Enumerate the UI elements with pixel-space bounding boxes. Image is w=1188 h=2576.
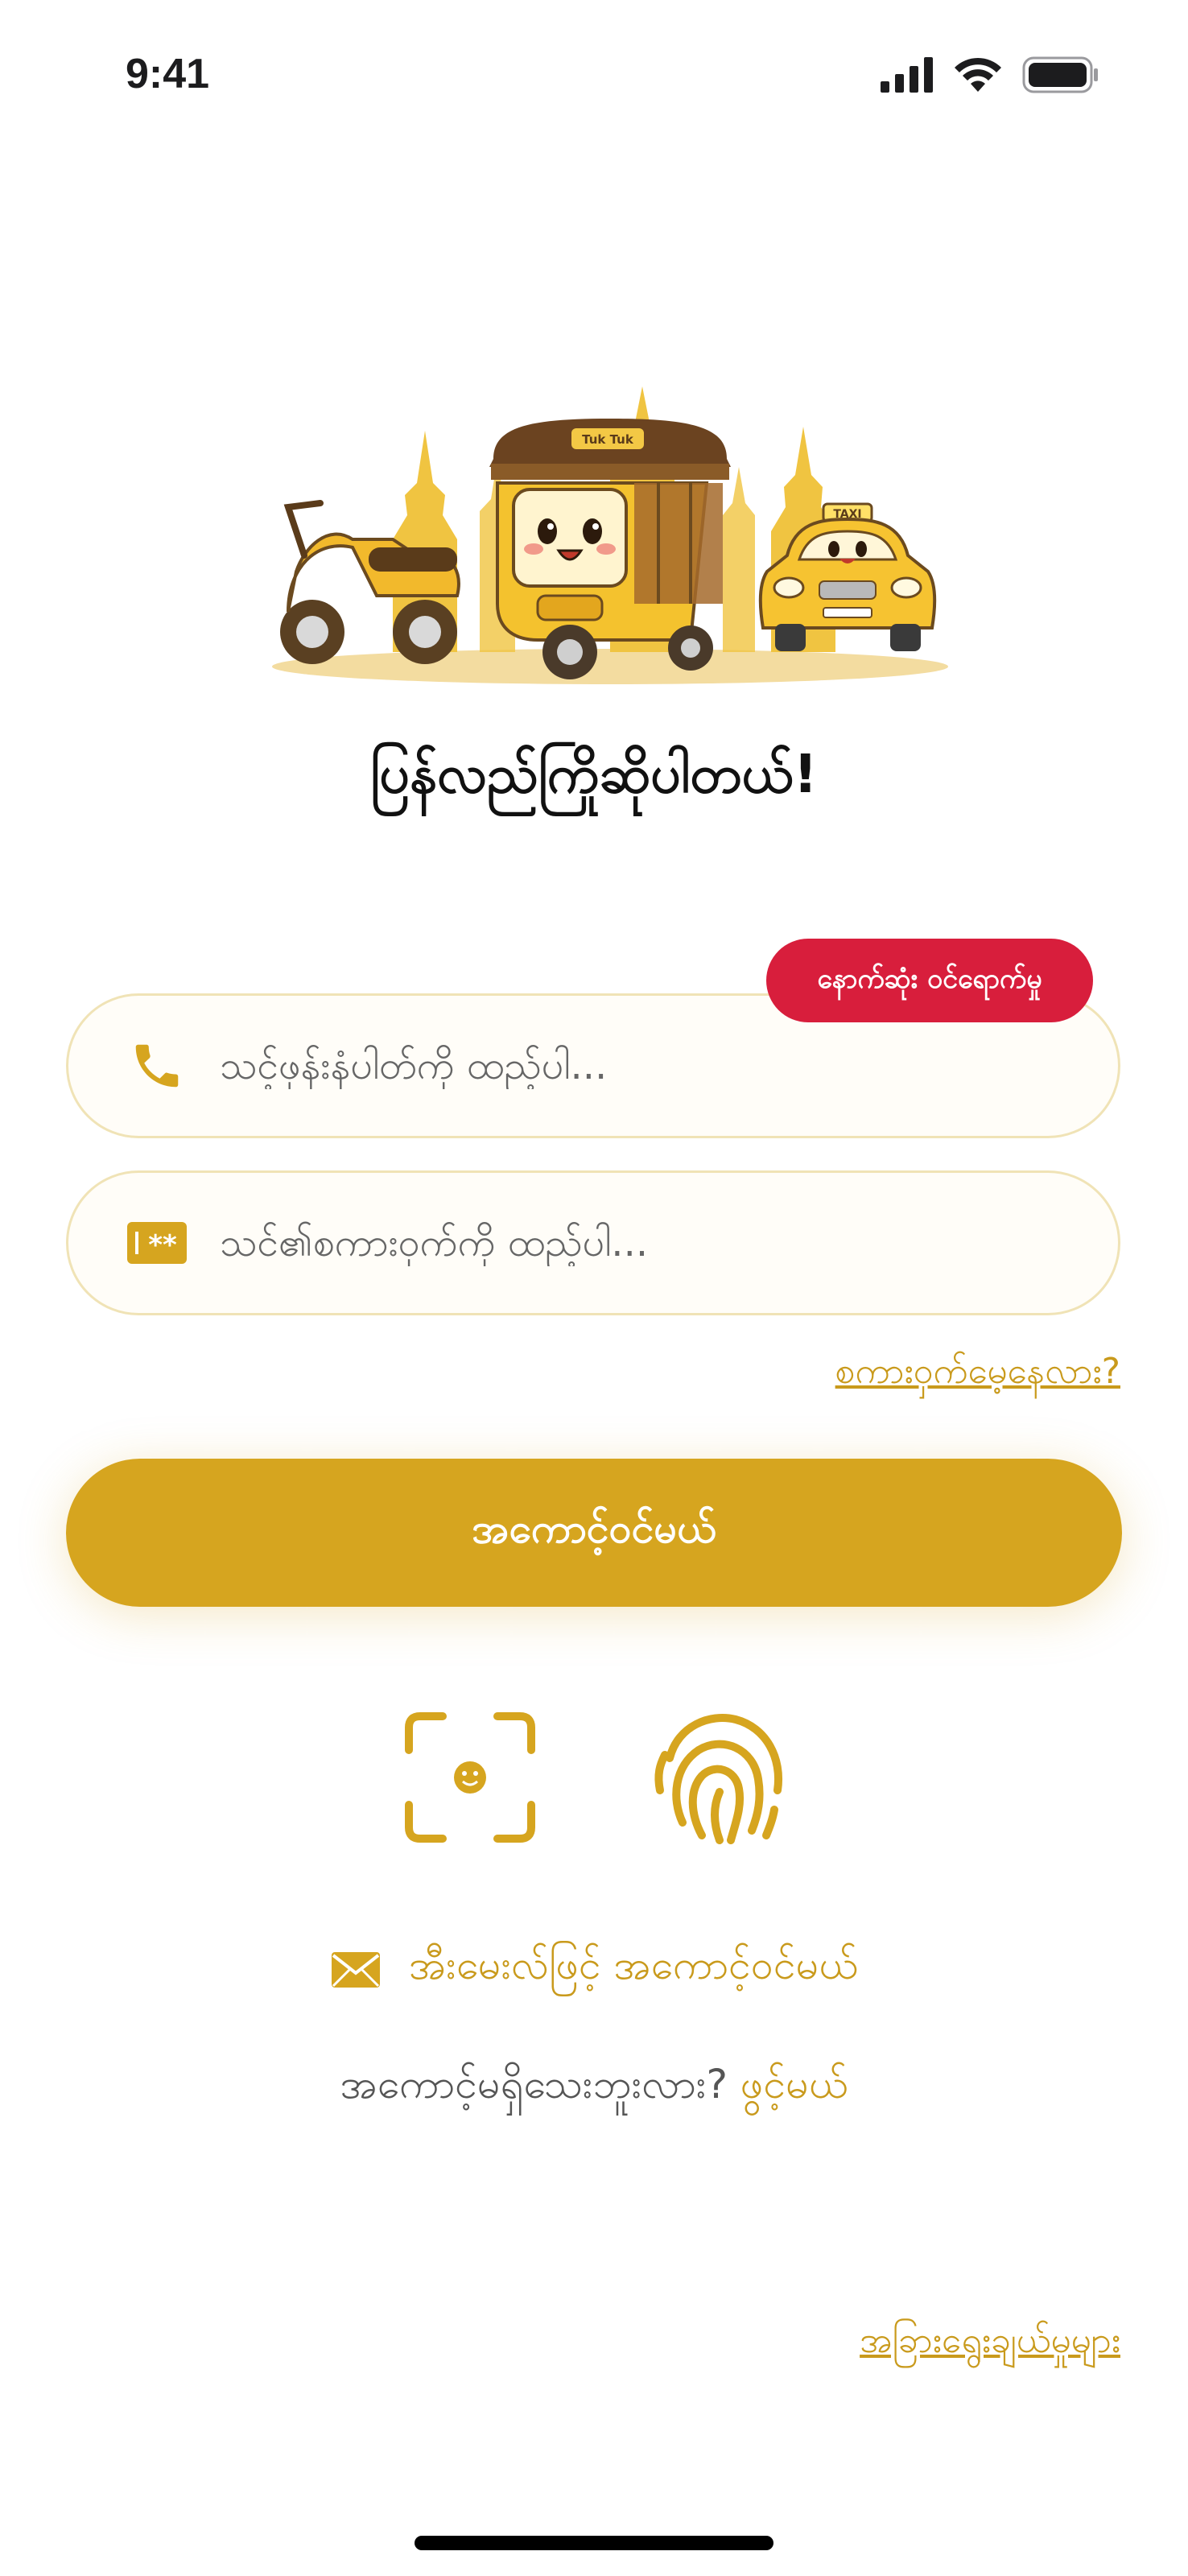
password-icon: ** bbox=[125, 1211, 189, 1275]
signup-link[interactable]: ဖွင့်မယ် bbox=[740, 2061, 848, 2107]
email-login-label: အီးမေးလ်ဖြင့် အကောင့်ဝင်မယ် bbox=[409, 1942, 858, 1988]
status-time: 9:41 bbox=[126, 51, 210, 97]
signup-prompt: အကောင့်မရှိသေးဘူးလား? bbox=[340, 2061, 728, 2107]
welcome-title: ပြန်လည်ကြိုဆိုပါတယ်! bbox=[370, 743, 818, 805]
fingerprint-icon[interactable] bbox=[646, 1702, 790, 1847]
password-field[interactable]: ** bbox=[66, 1170, 1120, 1315]
recent-login-badge: နောက်ဆုံး ဝင်ရောက်မှု bbox=[766, 939, 1093, 1022]
home-indicator[interactable] bbox=[415, 2536, 773, 2550]
vehicles-illustration: Tuk Tuk TAXI bbox=[272, 386, 948, 684]
signup-row: အကောင့်မရှိသေးဘူးလား? ဖွင့်မယ် bbox=[0, 2059, 1188, 2118]
password-input[interactable] bbox=[218, 1220, 1066, 1266]
svg-text:**: ** bbox=[148, 1229, 177, 1261]
mail-icon bbox=[332, 1951, 381, 1988]
phone-icon bbox=[125, 1034, 189, 1098]
other-options-link[interactable]: အခြားရွေးချယ်မှုများ bbox=[860, 2318, 1120, 2370]
forgot-password-link[interactable]: စကားဝှက်မေ့နေလား? bbox=[835, 1349, 1120, 1401]
status-icons bbox=[881, 56, 1099, 93]
login-screen: 9:41 Tuk Tuk TAXI ပြန်လည်ကြိုဆိုပါတယ်! သ… bbox=[0, 0, 1188, 2576]
battery-icon bbox=[1022, 56, 1098, 93]
tuktuk-illustration: Tuk Tuk bbox=[489, 419, 731, 679]
login-button[interactable]: အကောင့်ဝင်မယ် bbox=[66, 1459, 1122, 1607]
phone-input[interactable] bbox=[218, 1042, 1066, 1089]
wifi-icon bbox=[955, 57, 1001, 92]
tuktuk-sign: Tuk Tuk bbox=[582, 432, 634, 447]
face-id-icon[interactable] bbox=[402, 1710, 538, 1845]
signal-icon bbox=[881, 57, 933, 93]
email-login-link[interactable]: အီးမေးလ်ဖြင့် အကောင့်ဝင်မယ် bbox=[0, 1940, 1188, 1999]
